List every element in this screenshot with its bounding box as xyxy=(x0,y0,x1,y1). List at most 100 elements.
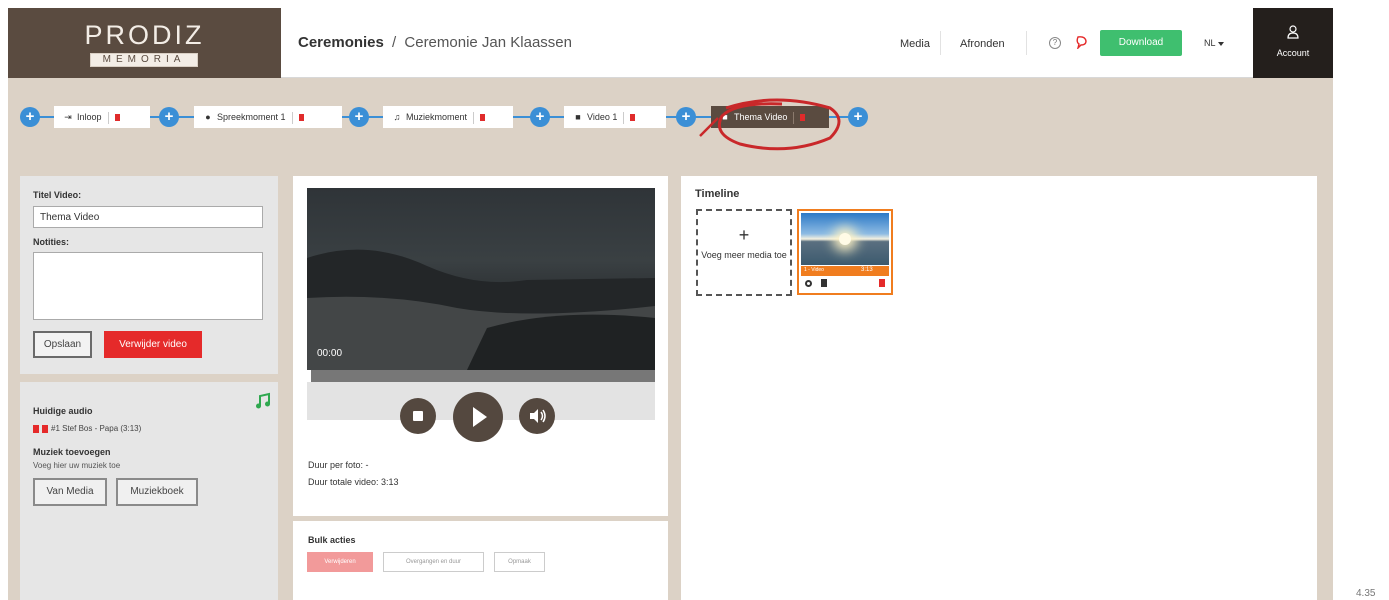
stop-button[interactable] xyxy=(400,398,436,434)
media-label: 1 - Video xyxy=(804,267,824,273)
delete-video-button[interactable]: Verwijder video xyxy=(104,331,202,358)
progress-handle[interactable] xyxy=(307,370,311,382)
breadcrumb-separator: / xyxy=(392,34,397,51)
step-label: Inloop xyxy=(77,112,102,122)
add-step-button[interactable]: + xyxy=(676,107,696,127)
add-step-button[interactable]: + xyxy=(159,107,179,127)
step-inloop[interactable]: ⇥ Inloop xyxy=(54,106,150,128)
notes-textarea[interactable] xyxy=(33,252,263,320)
trash-icon[interactable] xyxy=(879,279,885,287)
add-step-button[interactable]: + xyxy=(530,107,550,127)
nav-media-link[interactable]: Media xyxy=(900,38,930,50)
add-step-button[interactable]: + xyxy=(20,107,40,127)
breadcrumb: Ceremonies / Ceremonie Jan Klaassen xyxy=(298,34,572,51)
help-icon[interactable]: ? xyxy=(1049,37,1061,49)
trash-icon[interactable] xyxy=(298,114,304,122)
language-selector[interactable]: NL xyxy=(1204,38,1224,48)
breadcrumb-current: Ceremonie Jan Klaassen xyxy=(404,34,572,51)
step-divider xyxy=(623,111,625,124)
timeline-title: Timeline xyxy=(695,188,740,200)
music-note-icon xyxy=(256,392,270,409)
page-number: 4.35 xyxy=(1356,588,1376,599)
thumbnail-sun xyxy=(839,233,851,245)
video-title-input[interactable] xyxy=(33,206,263,228)
timeline-panel: Timeline + Voeg meer media toe 1 - Video… xyxy=(681,176,1317,600)
track-label: #1 Stef Bos - Papa (3:13) xyxy=(51,424,142,433)
video-preview[interactable]: 00:00 xyxy=(307,188,655,370)
trash-icon[interactable] xyxy=(630,114,636,122)
video-frame-image xyxy=(307,249,655,370)
step-divider xyxy=(107,111,109,124)
video-timecode: 00:00 xyxy=(317,348,343,359)
current-audio-track: #1 Stef Bos - Papa (3:13) xyxy=(33,424,141,433)
sign-in-icon: ⇥ xyxy=(64,112,72,122)
add-music-hint: Voeg hier uw muziek toe xyxy=(33,461,121,470)
media-info-bar: 1 - Video 3:13 xyxy=(801,266,889,276)
step-label: Muziekmoment xyxy=(406,112,468,122)
ceremony-steps-bar: + ⇥ Inloop + ● Spreekmoment 1 + ♫ Muziekmom… xyxy=(8,78,1333,173)
play-button[interactable] xyxy=(453,392,503,442)
gear-icon[interactable] xyxy=(805,280,812,287)
logo-main-text: PRODIZ xyxy=(84,20,205,50)
download-button[interactable]: Download xyxy=(1100,30,1182,56)
media-tools xyxy=(801,277,889,291)
trash-icon[interactable] xyxy=(480,114,486,122)
copy-icon[interactable] xyxy=(821,279,827,287)
video-form-panel: Titel Video: Notities: Opslaan Verwijder… xyxy=(20,176,278,374)
bulk-actions-heading: Bulk acties xyxy=(308,535,356,545)
logo-sub-text: MEMORIA xyxy=(90,53,198,67)
trash-icon[interactable] xyxy=(114,114,120,122)
audio-panel: Huidige audio #1 Stef Bos - Papa (3:13) … xyxy=(20,382,278,600)
person-icon: ● xyxy=(205,112,211,122)
annotation-circle xyxy=(699,98,841,151)
bulk-layout-button[interactable]: Opmaak xyxy=(494,552,545,572)
add-music-heading: Muziek toevoegen xyxy=(33,447,111,457)
step-label: Video 1 xyxy=(587,112,618,122)
step-spreekmoment-1[interactable]: ● Spreekmoment 1 xyxy=(194,106,342,128)
header-divider xyxy=(940,31,941,55)
edit-icon[interactable] xyxy=(42,424,48,433)
header-divider xyxy=(1026,31,1027,55)
add-step-button[interactable]: + xyxy=(349,107,369,127)
video-progress-bar[interactable] xyxy=(307,370,655,382)
account-label: Account xyxy=(1276,48,1310,58)
caret-down-icon xyxy=(1217,41,1224,46)
user-icon xyxy=(1287,25,1299,39)
nav-finish-link[interactable]: Afronden xyxy=(960,38,1005,50)
video-icon: ■ xyxy=(575,112,581,122)
step-video-1[interactable]: ■ Video 1 xyxy=(564,106,666,128)
plus-icon: + xyxy=(738,225,750,245)
volume-button[interactable] xyxy=(519,398,555,434)
language-label: NL xyxy=(1204,38,1216,48)
top-header: PRODIZ MEMORIA Ceremonies / Ceremonie Ja… xyxy=(8,8,1333,78)
music-icon: ♫ xyxy=(393,112,401,122)
trash-icon[interactable] xyxy=(33,424,39,433)
add-media-label: Voeg meer media toe xyxy=(701,250,787,260)
video-player-panel: 00:00 Duur per foto: - Duur totale video… xyxy=(293,176,668,516)
current-audio-heading: Huidige audio xyxy=(33,406,93,416)
step-divider xyxy=(473,111,475,124)
bulk-delete-button[interactable]: Verwijderen xyxy=(307,552,373,572)
app-frame: PRODIZ MEMORIA Ceremonies / Ceremonie Ja… xyxy=(8,8,1333,600)
step-label: Spreekmoment 1 xyxy=(217,112,286,122)
add-media-tile[interactable]: + Voeg meer media toe xyxy=(696,209,792,296)
notes-label: Notities: xyxy=(33,237,69,247)
media-duration: 3:13 xyxy=(861,267,873,273)
speech-bubble-icon[interactable] xyxy=(1075,35,1089,49)
title-label: Titel Video: xyxy=(33,190,82,200)
step-divider xyxy=(291,111,293,124)
volume-icon xyxy=(530,409,546,423)
media-thumbnail xyxy=(801,213,889,265)
logo[interactable]: PRODIZ MEMORIA xyxy=(8,8,281,78)
bulk-transitions-button[interactable]: Overgangen en duur xyxy=(383,552,484,572)
music-book-button[interactable]: Muziekboek xyxy=(116,478,198,506)
duration-total-video: Duur totale video: 3:13 xyxy=(308,477,399,487)
timeline-media-item[interactable]: 1 - Video 3:13 xyxy=(797,209,893,295)
duration-per-photo: Duur per foto: - xyxy=(308,460,369,470)
step-muziekmoment[interactable]: ♫ Muziekmoment xyxy=(383,106,513,128)
breadcrumb-root-link[interactable]: Ceremonies xyxy=(298,34,384,51)
save-button[interactable]: Opslaan xyxy=(33,331,92,358)
bulk-actions-panel: Bulk acties Verwijderen Overgangen en du… xyxy=(293,521,668,600)
from-media-button[interactable]: Van Media xyxy=(33,478,107,506)
account-button[interactable]: Account xyxy=(1253,8,1333,78)
